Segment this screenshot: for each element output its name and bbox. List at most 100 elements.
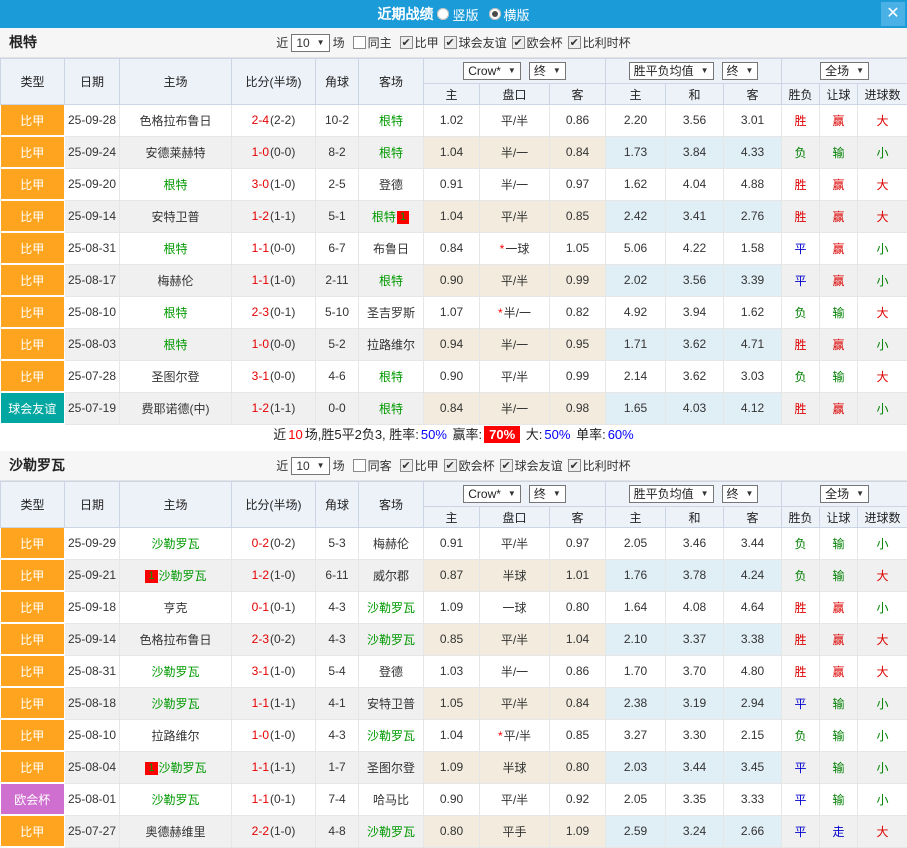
result-winlose-cell: 胜 xyxy=(782,623,820,655)
radio-option-horizontal[interactable]: 横版 xyxy=(489,5,530,24)
result-goals-cell: 小 xyxy=(858,264,907,296)
result-winlose-cell: 平 xyxy=(782,815,820,847)
col-away: 客场 xyxy=(359,482,424,528)
type-cell: 比甲 xyxy=(1,328,65,360)
radio-icon-checked[interactable] xyxy=(489,8,501,20)
score-halftime: (0-0) xyxy=(270,145,295,159)
star-mark: * xyxy=(500,242,505,256)
checkbox-icon[interactable]: ✔ xyxy=(512,36,525,49)
type-cell: 比甲 xyxy=(1,559,65,591)
league-checkbox[interactable]: ✔球会友谊 xyxy=(500,457,563,474)
summary-segment: 50% xyxy=(544,427,570,442)
type-cell: 球会友谊 xyxy=(1,392,65,424)
avg-draw-cell: 3.24 xyxy=(666,815,724,847)
away-team-cell: 根特1 xyxy=(359,200,424,232)
checkbox-icon[interactable]: ✔ xyxy=(568,459,581,472)
league-checkbox[interactable]: ✔比利时杯 xyxy=(568,34,631,51)
checkbox-icon[interactable]: ✔ xyxy=(568,36,581,49)
col-home: 主场 xyxy=(120,59,232,105)
away-team-cell: 布鲁日 xyxy=(359,232,424,264)
score-cell: 1-0(0-0) xyxy=(232,328,316,360)
league-label: 比利时杯 xyxy=(583,34,631,51)
corner-cell: 6-7 xyxy=(316,232,359,264)
odds-company-select[interactable]: Crow*▼ xyxy=(463,485,521,503)
result-winlose-cell: 平 xyxy=(782,783,820,815)
odds-home-cell: 1.03 xyxy=(424,655,480,687)
radio-option-vertical[interactable]: 竖版 xyxy=(437,5,478,24)
scope-select[interactable]: 全场▼ xyxy=(820,485,869,503)
summary-segment: 大: xyxy=(522,427,542,442)
match-row: 比甲25-09-28色格拉布鲁日2-4(2-2)10-2根特1.02平/半0.8… xyxy=(1,105,907,137)
avg-home-cell: 2.05 xyxy=(606,528,666,560)
checkbox-icon[interactable]: ✔ xyxy=(500,459,513,472)
avg-home-cell: 1.76 xyxy=(606,559,666,591)
close-icon[interactable]: ✕ xyxy=(881,2,905,26)
summary-segment: 10 xyxy=(288,427,302,442)
chevron-down-icon: ▼ xyxy=(701,487,709,501)
league-checkbox[interactable]: ✔欧会杯 xyxy=(444,457,495,474)
checkbox-icon[interactable] xyxy=(353,36,366,49)
avg-value: 胜平负均值 xyxy=(634,64,694,78)
corner-cell: 4-8 xyxy=(316,815,359,847)
avg-draw-cell: 3.84 xyxy=(666,136,724,168)
score-fulltime: 1-2 xyxy=(252,209,269,223)
avg-away-cell: 2.15 xyxy=(724,719,782,751)
date-cell: 25-08-10 xyxy=(65,719,120,751)
col-type: 类型 xyxy=(1,59,65,105)
home-team-cell: 根特 xyxy=(120,328,232,360)
league-checkbox[interactable]: ✔球会友谊 xyxy=(444,34,507,51)
star-mark: * xyxy=(498,729,503,743)
avg-select[interactable]: 胜平负均值▼ xyxy=(629,485,714,503)
avg-away-cell: 4.71 xyxy=(724,328,782,360)
corner-cell: 7-4 xyxy=(316,783,359,815)
checkbox-icon[interactable]: ✔ xyxy=(400,36,413,49)
radio-label: 横版 xyxy=(504,5,530,24)
summary-segment: 单率: xyxy=(572,427,605,442)
checkbox-icon[interactable]: ✔ xyxy=(400,459,413,472)
away-team-cell: 沙勒罗瓦 xyxy=(359,815,424,847)
checkbox-icon[interactable] xyxy=(353,459,366,472)
result-goals-cell: 小 xyxy=(858,392,907,424)
odds-time-select[interactable]: 终▼ xyxy=(529,485,566,503)
odds-away-cell: 1.01 xyxy=(550,559,606,591)
score-fulltime: 1-0 xyxy=(252,145,269,159)
home-team-cell: 根特 xyxy=(120,296,232,328)
radio-icon[interactable] xyxy=(437,8,449,20)
same-venue-checkbox[interactable]: 同客 xyxy=(353,457,392,474)
team-label: 费耶诺德(中) xyxy=(142,402,210,416)
avg-draw-cell: 4.04 xyxy=(666,168,724,200)
date-cell: 25-08-03 xyxy=(65,328,120,360)
date-cell: 25-08-31 xyxy=(65,232,120,264)
odds-home-cell: 0.84 xyxy=(424,392,480,424)
checkbox-icon[interactable]: ✔ xyxy=(444,459,457,472)
odds-company-select[interactable]: Crow*▼ xyxy=(463,62,521,80)
layout-radio-group: 竖版 横版 xyxy=(437,5,529,24)
avg-home-cell: 2.20 xyxy=(606,105,666,137)
odds-time-select[interactable]: 终▼ xyxy=(529,62,566,80)
col-home: 主场 xyxy=(120,482,232,528)
result-goals-cell: 大 xyxy=(858,296,907,328)
odds-away-cell: 1.09 xyxy=(550,815,606,847)
avg-time-select[interactable]: 终▼ xyxy=(722,485,759,503)
avg-draw-cell: 4.08 xyxy=(666,591,724,623)
score-halftime: (0-0) xyxy=(270,241,295,255)
same-venue-checkbox[interactable]: 同主 xyxy=(353,34,392,51)
league-checkbox[interactable]: ✔比利时杯 xyxy=(568,457,631,474)
date-cell: 25-09-14 xyxy=(65,623,120,655)
odds-time-value: 终 xyxy=(534,487,546,501)
score-cell: 3-1(0-0) xyxy=(232,360,316,392)
checkbox-icon[interactable]: ✔ xyxy=(444,36,457,49)
games-count-select[interactable]: 10▼ xyxy=(291,34,329,52)
odds-away-cell: 0.97 xyxy=(550,168,606,200)
scope-select[interactable]: 全场▼ xyxy=(820,62,869,80)
team-label: 圣吉罗斯 xyxy=(367,306,415,320)
avg-select[interactable]: 胜平负均值▼ xyxy=(629,62,714,80)
team-label: 根特 xyxy=(372,210,396,224)
league-checkbox[interactable]: ✔比甲 xyxy=(400,457,439,474)
result-goals-cell: 小 xyxy=(858,719,907,751)
league-checkbox[interactable]: ✔欧会杯 xyxy=(512,34,563,51)
games-count-select[interactable]: 10▼ xyxy=(291,457,329,475)
avg-time-select[interactable]: 终▼ xyxy=(722,62,759,80)
score-fulltime: 1-1 xyxy=(252,273,269,287)
league-checkbox[interactable]: ✔比甲 xyxy=(400,34,439,51)
